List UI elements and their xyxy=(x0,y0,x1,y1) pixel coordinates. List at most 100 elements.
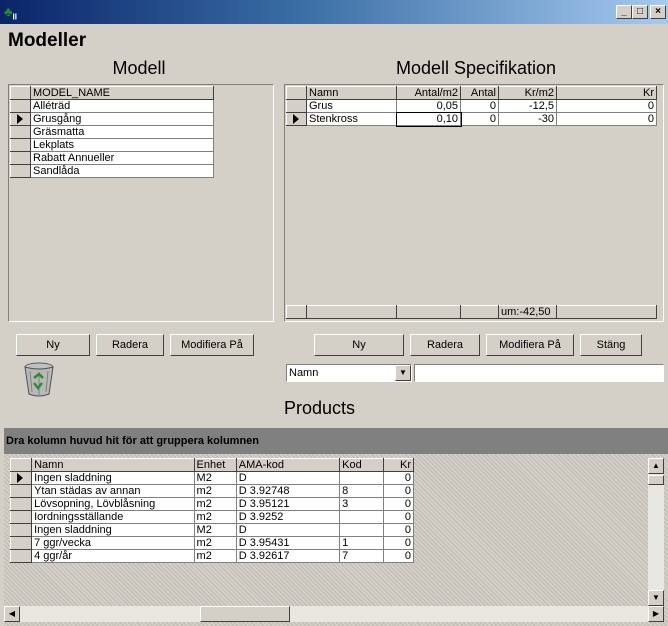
kod-cell[interactable]: 8 xyxy=(339,484,385,498)
modell-delete-button[interactable]: Radera xyxy=(96,334,164,356)
maximize-button[interactable]: □ xyxy=(632,5,648,19)
enhet-cell[interactable]: m2 xyxy=(193,484,237,498)
kod-cell[interactable] xyxy=(339,523,385,537)
namn-cell[interactable]: 7 ggr/vecka xyxy=(31,536,195,550)
vertical-scroll-thumb[interactable] xyxy=(648,475,664,485)
column-header-namn[interactable]: Namn xyxy=(31,458,195,472)
column-header-kod[interactable]: Kod xyxy=(339,458,385,472)
column-header-kr-m2[interactable]: Kr/m2 xyxy=(498,86,557,100)
horizontal-scrollbar[interactable]: ◀ ▶ xyxy=(4,606,664,622)
column-header-antal[interactable]: Antal xyxy=(460,86,499,100)
namn-cell[interactable]: Ytan städas av annan xyxy=(31,484,195,498)
ama-kod-cell[interactable]: D 3.95431 xyxy=(235,536,341,550)
row-indicator[interactable] xyxy=(9,484,33,498)
model-name-cell[interactable]: Alléträd xyxy=(30,99,214,113)
antal-cell[interactable]: 0 xyxy=(460,112,499,126)
scroll-left-icon[interactable]: ◀ xyxy=(4,606,20,622)
enhet-cell[interactable]: m2 xyxy=(193,510,237,524)
namn-cell[interactable]: Stenkross xyxy=(306,112,397,126)
minimize-button[interactable]: _ xyxy=(616,5,632,19)
namn-cell[interactable]: Iordningsställande xyxy=(31,510,195,524)
table-row[interactable]: Sandlåda xyxy=(10,164,214,178)
row-indicator[interactable] xyxy=(9,471,33,485)
recycle-bin-icon[interactable] xyxy=(22,361,56,397)
kod-cell[interactable] xyxy=(339,510,385,524)
column-header-enhet[interactable]: Enhet xyxy=(193,458,237,472)
kr-cell[interactable]: 0 xyxy=(383,536,414,550)
spec-delete-button[interactable]: Radera xyxy=(410,334,480,356)
antal-m2-cell[interactable]: 0,05 xyxy=(396,99,461,113)
table-row[interactable]: Iordningsställande m2 D 3.9252 0 xyxy=(9,510,414,524)
row-indicator[interactable] xyxy=(9,523,33,537)
dropdown-arrow-icon[interactable]: ▼ xyxy=(395,365,411,381)
column-header-antal-m2[interactable]: Antal/m2 xyxy=(396,86,461,100)
namn-cell[interactable]: Grus xyxy=(306,99,397,113)
kr-cell[interactable]: 0 xyxy=(383,484,414,498)
column-header-namn[interactable]: Namn xyxy=(306,86,397,100)
column-header-model-name[interactable]: MODEL_NAME xyxy=(30,86,214,100)
column-header-ama-kod[interactable]: AMA-kod xyxy=(235,458,341,472)
row-indicator[interactable] xyxy=(10,164,31,178)
modell-new-button[interactable]: Ny xyxy=(16,334,90,356)
model-name-cell[interactable]: Sandlåda xyxy=(30,164,214,178)
kod-cell[interactable]: 3 xyxy=(339,497,385,511)
row-indicator[interactable] xyxy=(9,510,33,524)
enhet-cell[interactable]: m2 xyxy=(193,497,237,511)
scroll-down-icon[interactable]: ▼ xyxy=(648,590,664,606)
table-row[interactable]: Stenkross 0,10 0 -30 0 xyxy=(286,111,657,127)
kr-cell[interactable]: 0 xyxy=(383,549,414,563)
row-indicator[interactable] xyxy=(9,497,33,511)
kod-cell[interactable] xyxy=(339,471,385,485)
ama-kod-cell[interactable]: D xyxy=(235,471,341,485)
enhet-cell[interactable]: M2 xyxy=(193,523,237,537)
kod-cell[interactable]: 1 xyxy=(339,536,385,550)
table-row[interactable]: Alléträd xyxy=(10,99,214,113)
scroll-up-icon[interactable]: ▲ xyxy=(648,458,664,474)
row-indicator[interactable] xyxy=(10,138,31,152)
enhet-cell[interactable]: M2 xyxy=(193,471,237,485)
close-button[interactable]: × xyxy=(650,5,666,19)
kr-m2-cell[interactable]: -12,5 xyxy=(498,99,557,113)
scroll-right-icon[interactable]: ▶ xyxy=(648,606,664,622)
table-row[interactable]: Lövsopning, Lövblåsning m2 D 3.95121 3 0 xyxy=(9,497,414,511)
table-row[interactable]: Gräsmatta xyxy=(10,125,214,139)
kr-cell[interactable]: 0 xyxy=(383,497,414,511)
ama-kod-cell[interactable]: D xyxy=(235,523,341,537)
enhet-cell[interactable]: m2 xyxy=(193,549,237,563)
model-name-cell[interactable]: Rabatt Annueller xyxy=(30,151,214,165)
table-row[interactable]: Grusgång xyxy=(10,112,214,126)
kr-cell[interactable]: 0 xyxy=(383,523,414,537)
ama-kod-cell[interactable]: D 3.92748 xyxy=(235,484,341,498)
ama-kod-cell[interactable]: D 3.95121 xyxy=(235,497,341,511)
table-row[interactable]: Grus 0,05 0 -12,5 0 xyxy=(286,99,657,113)
table-row[interactable]: 7 ggr/vecka m2 D 3.95431 1 0 xyxy=(9,536,414,550)
column-header-kr[interactable]: Kr xyxy=(556,86,657,100)
antal-cell[interactable]: 0 xyxy=(460,99,499,113)
filter-field-select[interactable]: Namn ▼ xyxy=(286,364,412,382)
model-name-cell[interactable]: Gräsmatta xyxy=(30,125,214,139)
table-row[interactable]: Ytan städas av annan m2 D 3.92748 8 0 xyxy=(9,484,414,498)
row-indicator[interactable] xyxy=(286,112,307,126)
row-indicator[interactable] xyxy=(10,99,31,113)
column-header-kr[interactable]: Kr xyxy=(383,458,414,472)
kr-cell[interactable]: 0 xyxy=(556,99,657,113)
row-indicator[interactable] xyxy=(10,112,31,126)
table-row[interactable]: Rabatt Annueller xyxy=(10,151,214,165)
enhet-cell[interactable]: m2 xyxy=(193,536,237,550)
table-row[interactable]: Ingen sladdning M2 D 0 xyxy=(9,523,414,537)
model-name-cell[interactable]: Grusgång xyxy=(30,112,214,126)
table-row[interactable]: 4 ggr/år m2 D 3.92617 7 0 xyxy=(9,549,414,563)
row-indicator[interactable] xyxy=(10,125,31,139)
namn-cell[interactable]: 4 ggr/år xyxy=(31,549,195,563)
kr-cell[interactable]: 0 xyxy=(383,471,414,485)
row-indicator[interactable] xyxy=(286,99,307,113)
filter-input[interactable] xyxy=(414,364,664,382)
kr-cell[interactable]: 0 xyxy=(383,510,414,524)
spec-new-button[interactable]: Ny xyxy=(314,334,404,356)
vertical-scrollbar[interactable]: ▲ ▼ xyxy=(648,458,664,606)
title-bar[interactable]: ♣II _ □ × xyxy=(0,0,668,24)
spec-modify-button[interactable]: Modifiera På xyxy=(486,334,574,356)
ama-kod-cell[interactable]: D 3.92617 xyxy=(235,549,341,563)
row-indicator[interactable] xyxy=(9,536,33,550)
namn-cell[interactable]: Ingen sladdning xyxy=(31,471,195,485)
